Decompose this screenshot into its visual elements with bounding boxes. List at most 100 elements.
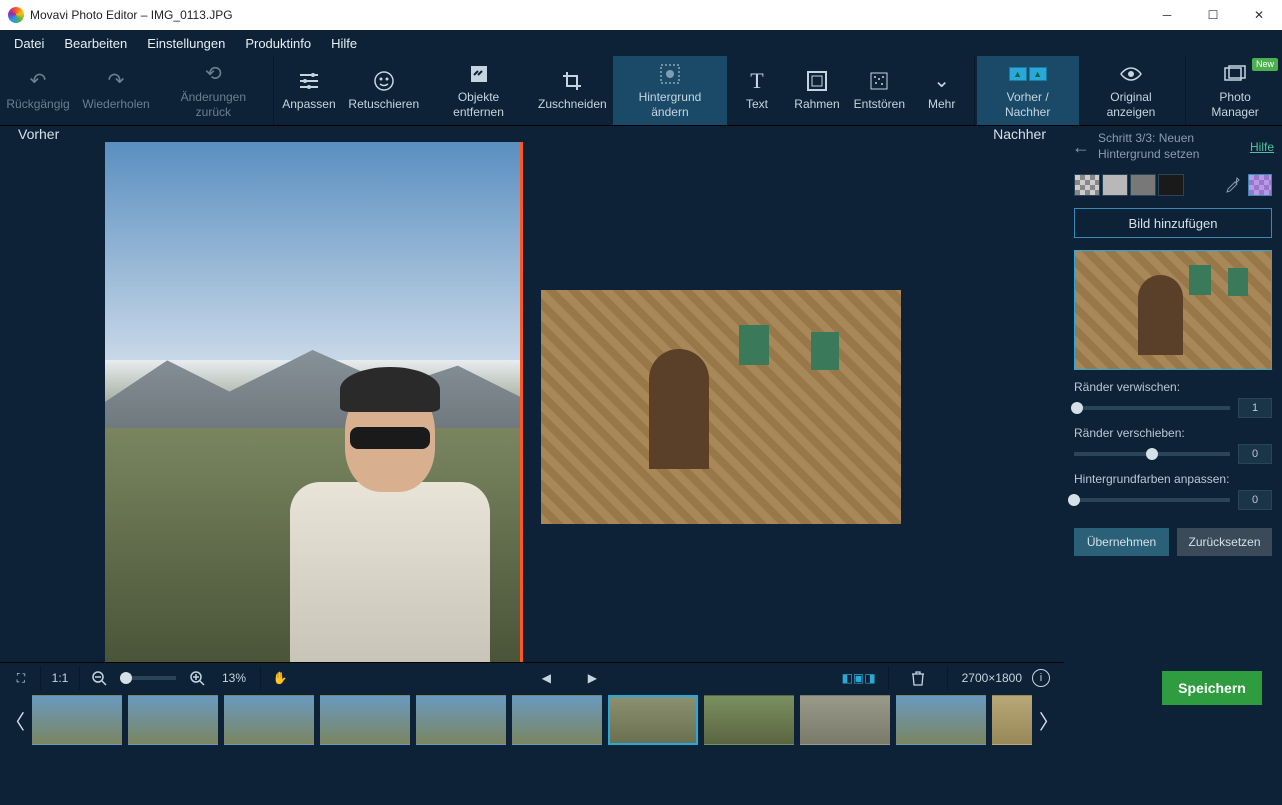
- before-label: Vorher: [18, 126, 59, 142]
- prev-image-button[interactable]: ◀: [531, 663, 561, 693]
- redo-button[interactable]: ↷Wiederholen: [76, 56, 156, 125]
- before-after-button[interactable]: ▲▲Vorher / Nachher: [977, 56, 1079, 125]
- revert-icon: ⟲: [205, 62, 222, 86]
- eyedropper-tool[interactable]: [1220, 174, 1244, 196]
- adapt-colors-label: Hintergrundfarben anpassen:: [1074, 472, 1229, 486]
- redo-icon: ↷: [108, 69, 125, 93]
- before-image[interactable]: [105, 142, 520, 662]
- manager-icon: [1223, 62, 1247, 86]
- thumbnail-strip: 〈 〉: [0, 693, 1064, 747]
- canvas-area: Vorher Nachher ⛶ 1:1: [0, 126, 1064, 721]
- blur-edges-value[interactable]: 1: [1238, 398, 1272, 418]
- info-button[interactable]: i: [1032, 669, 1050, 687]
- text-button[interactable]: TText: [727, 56, 787, 125]
- zoom-out-button[interactable]: [84, 663, 114, 693]
- fit-button[interactable]: 1:1: [45, 663, 75, 693]
- thumbnail[interactable]: [320, 695, 410, 745]
- undo-button[interactable]: ↶Rückgängig: [0, 56, 76, 125]
- color-swatches: [1064, 168, 1282, 202]
- denoise-button[interactable]: Entstören: [847, 56, 912, 125]
- adapt-colors-slider[interactable]: [1074, 498, 1230, 502]
- background-preview[interactable]: [1074, 250, 1272, 370]
- thumbnail[interactable]: [128, 695, 218, 745]
- new-badge: New: [1252, 58, 1278, 71]
- thumbnail[interactable]: [608, 695, 698, 745]
- frame-button[interactable]: Rahmen: [787, 56, 847, 125]
- menu-einstellungen[interactable]: Einstellungen: [137, 32, 235, 55]
- retouch-button[interactable]: Retuschieren: [342, 56, 425, 125]
- swatch-dark[interactable]: [1158, 174, 1184, 196]
- side-panel: ← Schritt 3/3: Neuen Hintergrund setzen …: [1064, 126, 1282, 721]
- revert-button[interactable]: ⟲Änderungen zurück: [156, 56, 271, 125]
- image-dimensions: 2700×1800: [962, 671, 1022, 685]
- menu-datei[interactable]: Datei: [4, 32, 54, 55]
- remove-objects-button[interactable]: Objekte entfernen: [425, 56, 531, 125]
- apply-button[interactable]: Übernehmen: [1074, 528, 1169, 556]
- titlebar: Movavi Photo Editor – IMG_0113.JPG ─ ☐ ✕: [0, 0, 1282, 30]
- step-label: Schritt 3/3: Neuen Hintergrund setzen: [1098, 131, 1250, 162]
- after-image[interactable]: [541, 290, 901, 524]
- sliders-icon: [298, 69, 320, 93]
- thumbs-prev-button[interactable]: 〈: [4, 693, 26, 747]
- face-icon: [373, 69, 395, 93]
- show-original-button[interactable]: Original anzeigen: [1079, 56, 1184, 125]
- chevron-down-icon: ⌄: [933, 69, 950, 93]
- erase-icon: [468, 62, 490, 86]
- after-label: Nachher: [993, 126, 1046, 142]
- thumbnail[interactable]: [416, 695, 506, 745]
- shift-edges-slider[interactable]: [1074, 452, 1230, 456]
- crop-icon: [561, 69, 583, 93]
- thumbnail[interactable]: [992, 695, 1032, 745]
- bottom-bar: ⛶ 1:1 13% ✋ ◀ ▶ ◧▣◨ 2700×1800 i: [0, 662, 1064, 693]
- close-button[interactable]: ✕: [1236, 0, 1282, 30]
- thumbnail[interactable]: [32, 695, 122, 745]
- reset-button[interactable]: Zurücksetzen: [1177, 528, 1272, 556]
- swatch-lightgray[interactable]: [1102, 174, 1128, 196]
- add-image-button[interactable]: Bild hinzufügen: [1074, 208, 1272, 238]
- zoom-slider[interactable]: [120, 676, 176, 680]
- shift-edges-label: Ränder verschieben:: [1074, 426, 1185, 440]
- save-button[interactable]: Speichern: [1162, 671, 1262, 705]
- blur-edges-slider[interactable]: [1074, 406, 1230, 410]
- next-image-button[interactable]: ▶: [577, 663, 607, 693]
- hand-tool-button[interactable]: ✋: [265, 663, 295, 693]
- thumbnail[interactable]: [704, 695, 794, 745]
- minimize-button[interactable]: ─: [1144, 0, 1190, 30]
- menu-bearbeiten[interactable]: Bearbeiten: [54, 32, 137, 55]
- thumbnail[interactable]: [896, 695, 986, 745]
- more-button[interactable]: ⌄Mehr: [912, 56, 972, 125]
- text-icon: T: [750, 69, 763, 93]
- fullscreen-button[interactable]: ⛶: [6, 663, 36, 693]
- menu-produktinfo[interactable]: Produktinfo: [235, 32, 321, 55]
- photo-manager-button[interactable]: NewPhoto Manager: [1188, 56, 1282, 125]
- color-picker-tool[interactable]: [1248, 174, 1272, 196]
- blur-edges-label: Ränder verwischen:: [1074, 380, 1180, 394]
- menubar: Datei Bearbeiten Einstellungen Produktin…: [0, 30, 1282, 56]
- adjust-button[interactable]: Anpassen: [276, 56, 343, 125]
- crop-button[interactable]: Zuschneiden: [532, 56, 613, 125]
- zoom-in-button[interactable]: [182, 663, 212, 693]
- swatch-gray[interactable]: [1130, 174, 1156, 196]
- noise-icon: [868, 69, 890, 93]
- maximize-button[interactable]: ☐: [1190, 0, 1236, 30]
- compare-icon: ▲▲: [1009, 62, 1047, 86]
- background-button[interactable]: Hintergrund ändern: [613, 56, 727, 125]
- thumbnail[interactable]: [800, 695, 890, 745]
- back-button[interactable]: ←: [1072, 137, 1090, 158]
- compare-divider[interactable]: [520, 142, 523, 662]
- menu-hilfe[interactable]: Hilfe: [321, 32, 367, 55]
- delete-button[interactable]: [903, 663, 933, 693]
- eye-icon: [1119, 62, 1143, 86]
- adapt-colors-value[interactable]: 0: [1238, 490, 1272, 510]
- undo-icon: ↶: [30, 69, 47, 93]
- app-icon: [8, 7, 24, 23]
- frame-icon: [806, 69, 828, 93]
- toolbar: ↶Rückgängig ↷Wiederholen ⟲Änderungen zur…: [0, 56, 1282, 126]
- compare-mode-button[interactable]: ◧▣◨: [844, 663, 874, 693]
- thumbnail[interactable]: [224, 695, 314, 745]
- shift-edges-value[interactable]: 0: [1238, 444, 1272, 464]
- swatch-transparent[interactable]: [1074, 174, 1100, 196]
- thumbnail[interactable]: [512, 695, 602, 745]
- thumbs-next-button[interactable]: 〉: [1038, 693, 1060, 747]
- help-link[interactable]: Hilfe: [1250, 140, 1274, 154]
